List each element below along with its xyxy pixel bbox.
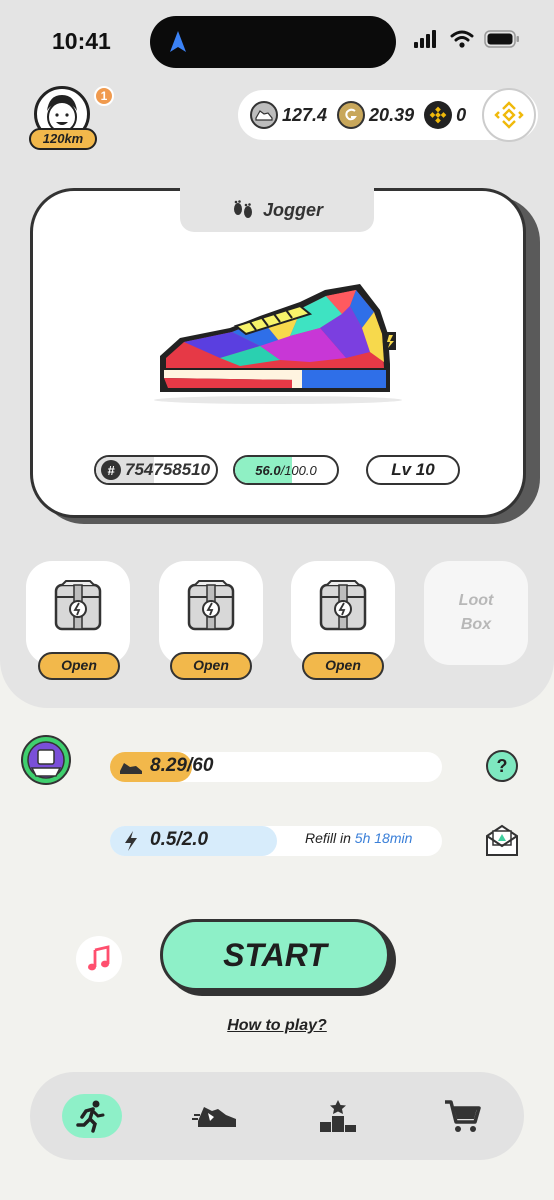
open-loot-box-1-button[interactable]: Open: [38, 652, 120, 680]
refill-time: 5h 18min: [354, 830, 413, 846]
tab-leaderboard[interactable]: [308, 1094, 368, 1138]
podium-icon: [320, 1100, 356, 1132]
status-time: 10:41: [52, 28, 111, 54]
music-button[interactable]: [76, 936, 122, 982]
footprints-icon: [233, 200, 252, 218]
empty-slot-line2: Box: [460, 616, 492, 633]
profile-button[interactable]: 1 120km: [26, 86, 114, 152]
sneaker-icon: [120, 763, 142, 774]
location-arrow-icon: [170, 31, 186, 52]
sneaker-type: Jogger: [262, 199, 323, 220]
bnb-logo-icon: [494, 101, 524, 129]
distance-pill: 120km: [29, 128, 97, 150]
hash-icon: #: [101, 460, 121, 480]
help-button[interactable]: ?: [486, 750, 518, 782]
loot-box-3[interactable]: [291, 561, 395, 665]
durability-pill: 56.0/100.0: [233, 455, 339, 485]
level-pill: Lv 10: [366, 455, 460, 485]
currency-gmt-value: 20.39: [369, 104, 415, 125]
signal-icon: [414, 30, 436, 48]
tab-marketplace[interactable]: [432, 1094, 492, 1138]
loot-box-icon: [187, 580, 235, 631]
bnb-coin-icon: [424, 101, 453, 129]
battery-icon: [484, 30, 519, 48]
loot-box-icon: [319, 580, 367, 631]
currency-bnb: 0: [424, 101, 466, 129]
sneaker-coin-icon: [250, 101, 278, 129]
mail-icon[interactable]: [484, 822, 520, 858]
durability-value: 56.0: [255, 462, 281, 478]
refill-timer: Refill in 5h 18min: [305, 830, 412, 846]
energy-progress-value: 8.29/60: [150, 755, 214, 776]
empty-loot-slot: Loot Box: [424, 561, 528, 665]
bottom-tab-bar: [30, 1072, 524, 1160]
gmt-coin-icon: [337, 101, 366, 129]
open-loot-box-2-button[interactable]: Open: [170, 652, 252, 680]
sneaker-image: [154, 284, 402, 404]
loot-box-1[interactable]: [26, 561, 130, 665]
energy-progress-bar: 8.29/60: [110, 752, 442, 782]
loot-box-2[interactable]: [159, 561, 263, 665]
currency-gmt: 20.39: [337, 101, 414, 129]
event-badge-icon[interactable]: [20, 734, 72, 786]
sneaker-type-tab: Jogger: [180, 188, 374, 232]
empty-slot-line1: Loot: [458, 592, 494, 609]
how-to-play-link[interactable]: How to play?: [0, 1017, 554, 1035]
refill-label: Refill in: [305, 830, 355, 846]
tab-run[interactable]: [62, 1094, 122, 1138]
status-icons: [414, 30, 520, 48]
wifi-icon: [450, 30, 474, 48]
durability-max: /100.0: [280, 462, 317, 478]
tab-sneakers[interactable]: [186, 1094, 246, 1138]
lightning-icon: [125, 831, 137, 851]
energy-value: 0.5/2.0: [150, 829, 209, 850]
music-note-icon: [88, 945, 110, 971]
currency-bnb-value: 0: [456, 104, 467, 125]
sneaker-id: 754758510: [125, 460, 211, 479]
loot-box-icon: [54, 580, 102, 631]
currency-gst: 127.4: [250, 101, 327, 129]
notification-badge: 1: [94, 86, 114, 106]
currency-bar[interactable]: 127.4 20.39 0: [238, 88, 538, 142]
sneaker-id-pill: # 754758510: [94, 455, 218, 485]
start-button[interactable]: START: [160, 919, 390, 991]
cart-icon: [445, 1100, 481, 1132]
wallet-button[interactable]: [482, 88, 536, 142]
running-person-icon: [76, 1100, 105, 1133]
sneaker-icon: [192, 1107, 236, 1127]
currency-gst-value: 127.4: [282, 104, 328, 125]
open-loot-box-3-button[interactable]: Open: [302, 652, 384, 680]
durability-text: 56.0/100.0: [235, 463, 337, 478]
